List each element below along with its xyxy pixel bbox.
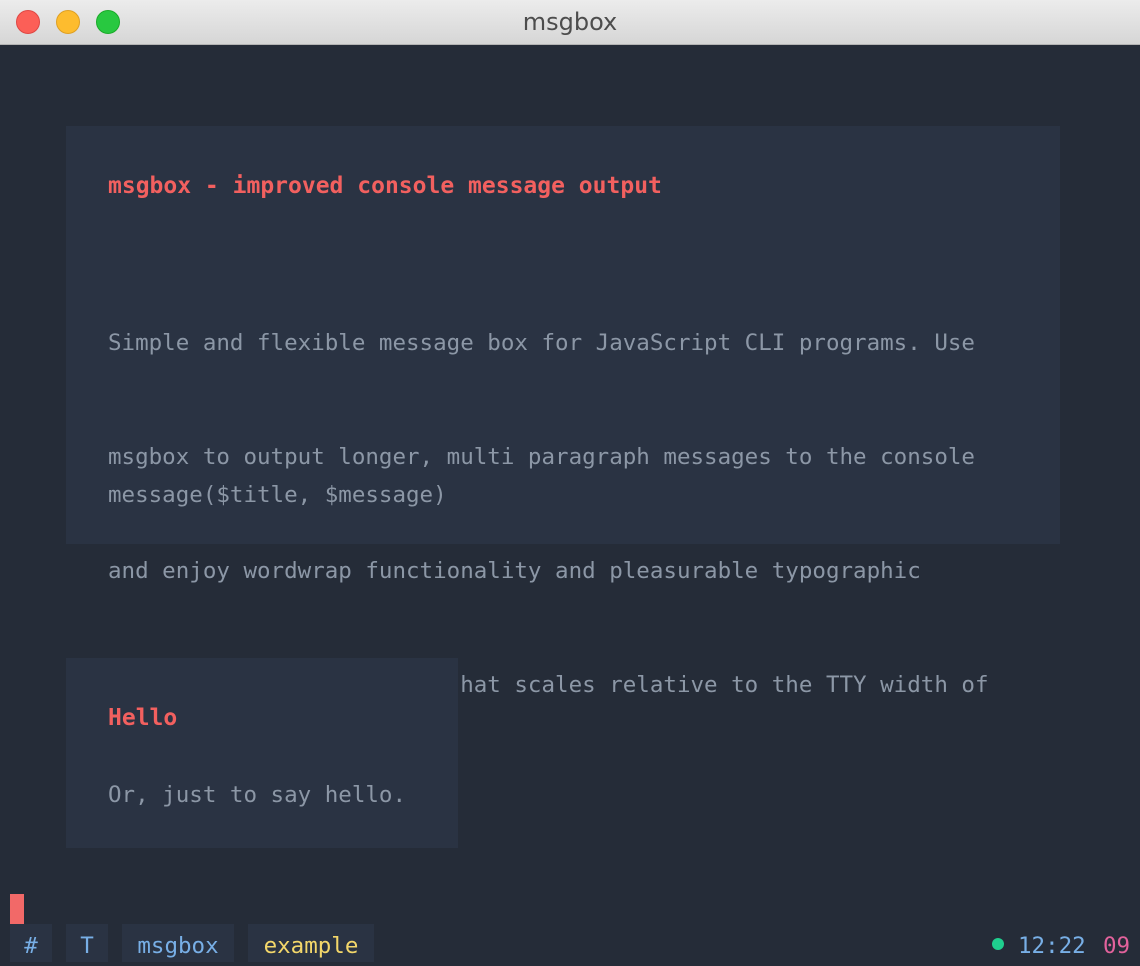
message-box-title: Hello [108, 705, 178, 731]
message-box-hello: Hello Or, just to say hello. [66, 658, 458, 848]
title-bar[interactable]: msgbox [0, 0, 1140, 45]
message-box-title: msgbox - improved console message output [108, 173, 662, 199]
terminal-cursor [10, 894, 24, 924]
paragraph-line: and enjoy wordwrap functionality and ple… [108, 558, 921, 584]
status-tab-t[interactable]: T [66, 924, 108, 962]
status-tab-example[interactable]: example [248, 924, 374, 962]
message-box-usage: message($title, $message) [108, 482, 447, 508]
message-box-main: msgbox - improved console message output… [66, 126, 1060, 812]
tmux-status-bar: # T msgbox example 12:22 09 [0, 924, 1140, 966]
status-tab-session[interactable]: # [10, 924, 52, 962]
terminal-content[interactable]: msgbox - improved console message output… [0, 45, 1140, 966]
window-title: msgbox [522, 8, 618, 36]
status-tab-msgbox[interactable]: msgbox [122, 924, 234, 962]
terminal-window: msgbox msgbox - improved console message… [0, 0, 1140, 966]
status-clock: 12:22 [1018, 933, 1086, 959]
paragraph-line: msgbox to output longer, multi paragraph… [108, 444, 975, 470]
paragraph-line: Simple and flexible message box for Java… [108, 330, 975, 356]
status-dot-icon [992, 938, 1004, 950]
message-box-body: Or, just to say hello. [108, 782, 407, 808]
status-clock-seconds: 09 [1103, 933, 1131, 959]
